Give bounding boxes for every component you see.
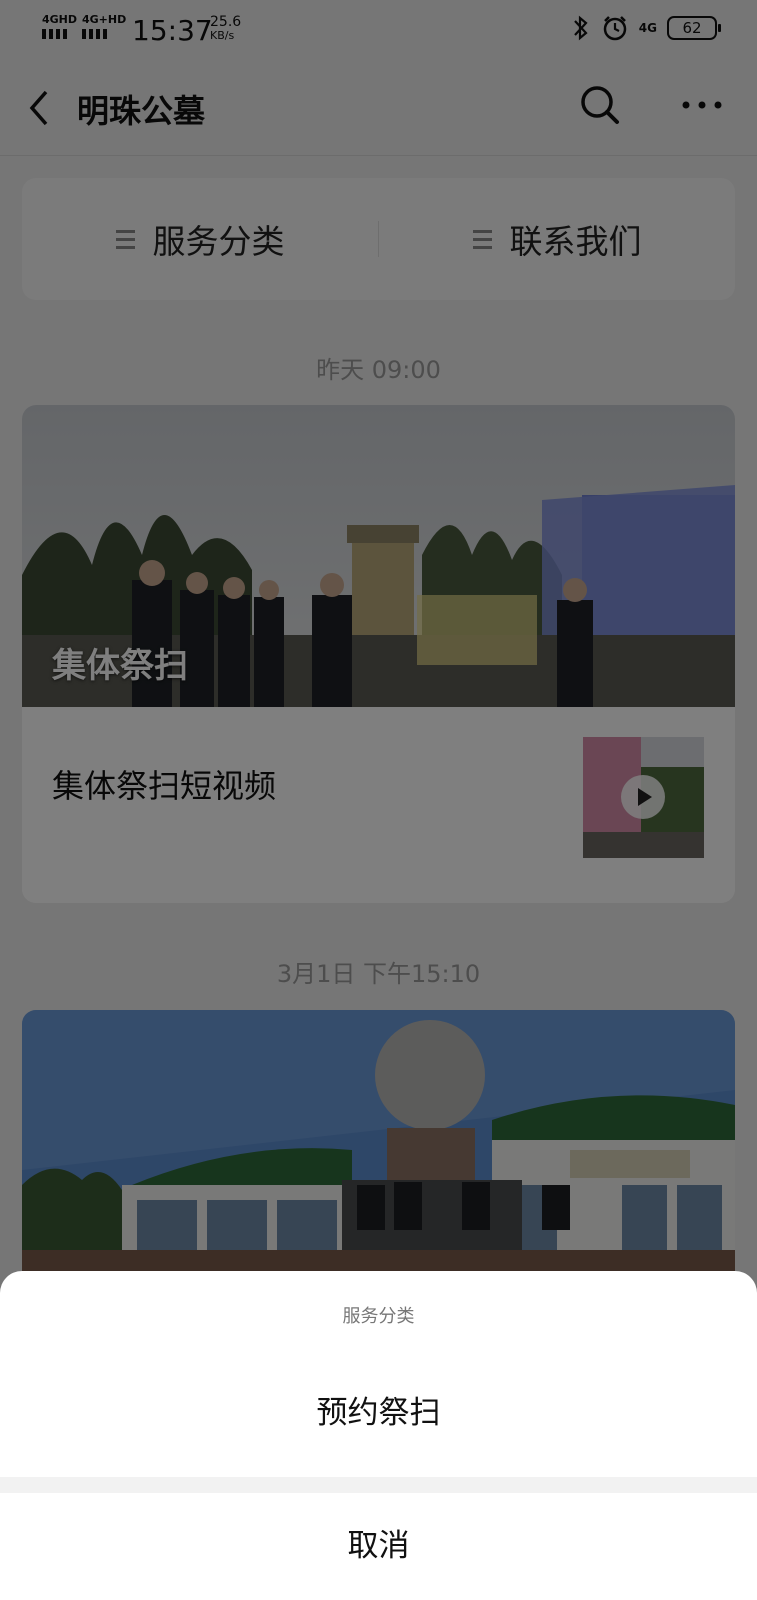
action-sheet-divider	[0, 1477, 757, 1493]
action-option-book-visit[interactable]: 预约祭扫	[0, 1349, 757, 1477]
action-sheet: 服务分类 预约祭扫 取消	[0, 1271, 757, 1600]
action-sheet-title: 服务分类	[342, 1306, 415, 1327]
cancel-button[interactable]: 取消	[0, 1493, 757, 1600]
